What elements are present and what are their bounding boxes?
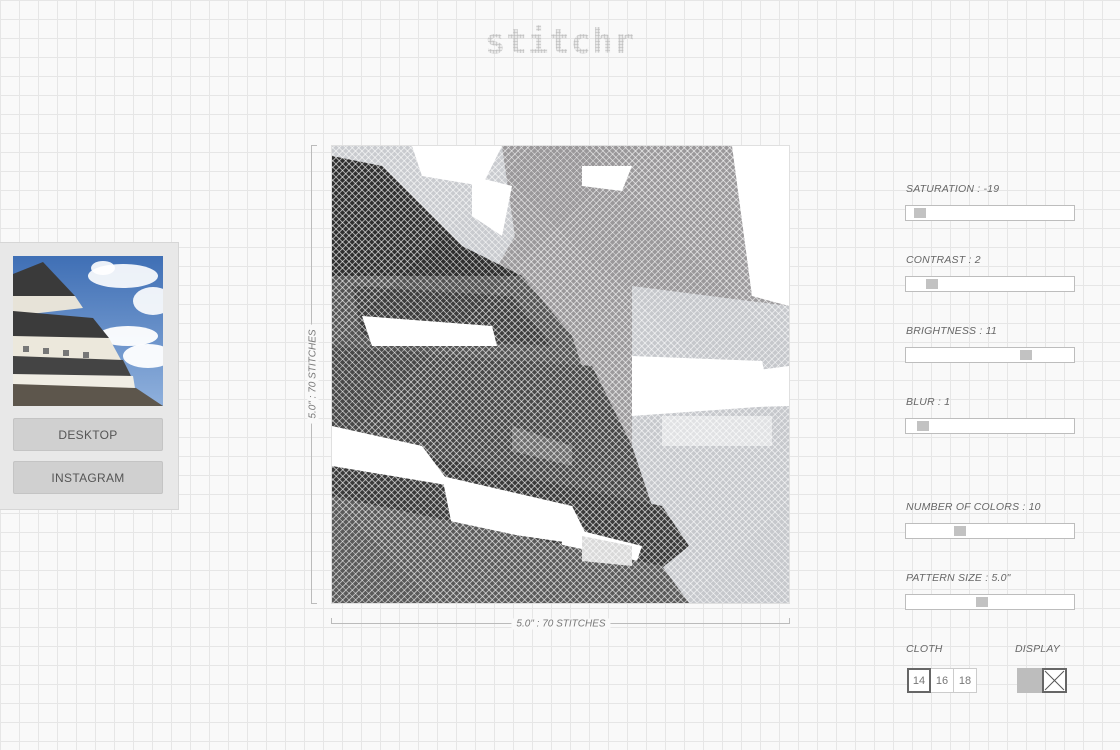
height-dimension-label: 5.0" : 70 STITCHES bbox=[307, 324, 319, 424]
cloth-option-16[interactable]: 16 bbox=[930, 668, 954, 693]
blur-slider[interactable] bbox=[905, 418, 1075, 434]
photo-thumbnail[interactable] bbox=[13, 256, 163, 406]
brightness-slider[interactable] bbox=[905, 347, 1075, 363]
display-label: DISPLAY bbox=[1015, 643, 1060, 655]
saturation-label: SATURATION : -19 bbox=[906, 183, 1000, 195]
width-dimension-label: 5.0" : 70 STITCHES bbox=[511, 618, 611, 630]
stitch-pattern-preview bbox=[331, 145, 790, 604]
cloth-option-14[interactable]: 14 bbox=[907, 668, 931, 693]
blur-slider-handle[interactable] bbox=[917, 421, 930, 431]
number-of-colors-label: NUMBER OF COLORS : 10 bbox=[906, 501, 1041, 513]
number-of-colors-slider[interactable] bbox=[905, 523, 1075, 539]
cross-stitch-pattern-icon bbox=[332, 146, 789, 603]
pattern-size-label: PATTERN SIZE : 5.0" bbox=[906, 572, 1011, 584]
cloth-count-selector: 14 16 18 bbox=[907, 668, 977, 693]
castle-photo-icon bbox=[13, 256, 163, 406]
saturation-slider[interactable] bbox=[905, 205, 1075, 221]
contrast-slider-handle[interactable] bbox=[926, 279, 939, 289]
app-logo: stitchr bbox=[0, 22, 1120, 62]
contrast-label: CONTRAST : 2 bbox=[906, 254, 981, 266]
saturation-slider-handle[interactable] bbox=[914, 208, 927, 218]
cloth-option-18[interactable]: 18 bbox=[953, 668, 977, 693]
source-image-panel: DESKTOP INSTAGRAM bbox=[0, 242, 179, 510]
number-of-colors-slider-handle[interactable] bbox=[953, 526, 966, 536]
cross-stitch-icon[interactable] bbox=[1042, 668, 1067, 693]
pattern-size-slider-handle[interactable] bbox=[976, 597, 989, 607]
solid-swatch-icon[interactable] bbox=[1017, 668, 1042, 693]
brightness-slider-handle[interactable] bbox=[1020, 350, 1033, 360]
pattern-size-slider[interactable] bbox=[905, 594, 1075, 610]
desktop-button[interactable]: DESKTOP bbox=[13, 418, 163, 451]
instagram-button[interactable]: INSTAGRAM bbox=[13, 461, 163, 494]
blur-label: BLUR : 1 bbox=[906, 396, 951, 408]
brightness-label: BRIGHTNESS : 11 bbox=[906, 325, 997, 337]
contrast-slider[interactable] bbox=[905, 276, 1075, 292]
cloth-label: CLOTH bbox=[906, 643, 943, 655]
